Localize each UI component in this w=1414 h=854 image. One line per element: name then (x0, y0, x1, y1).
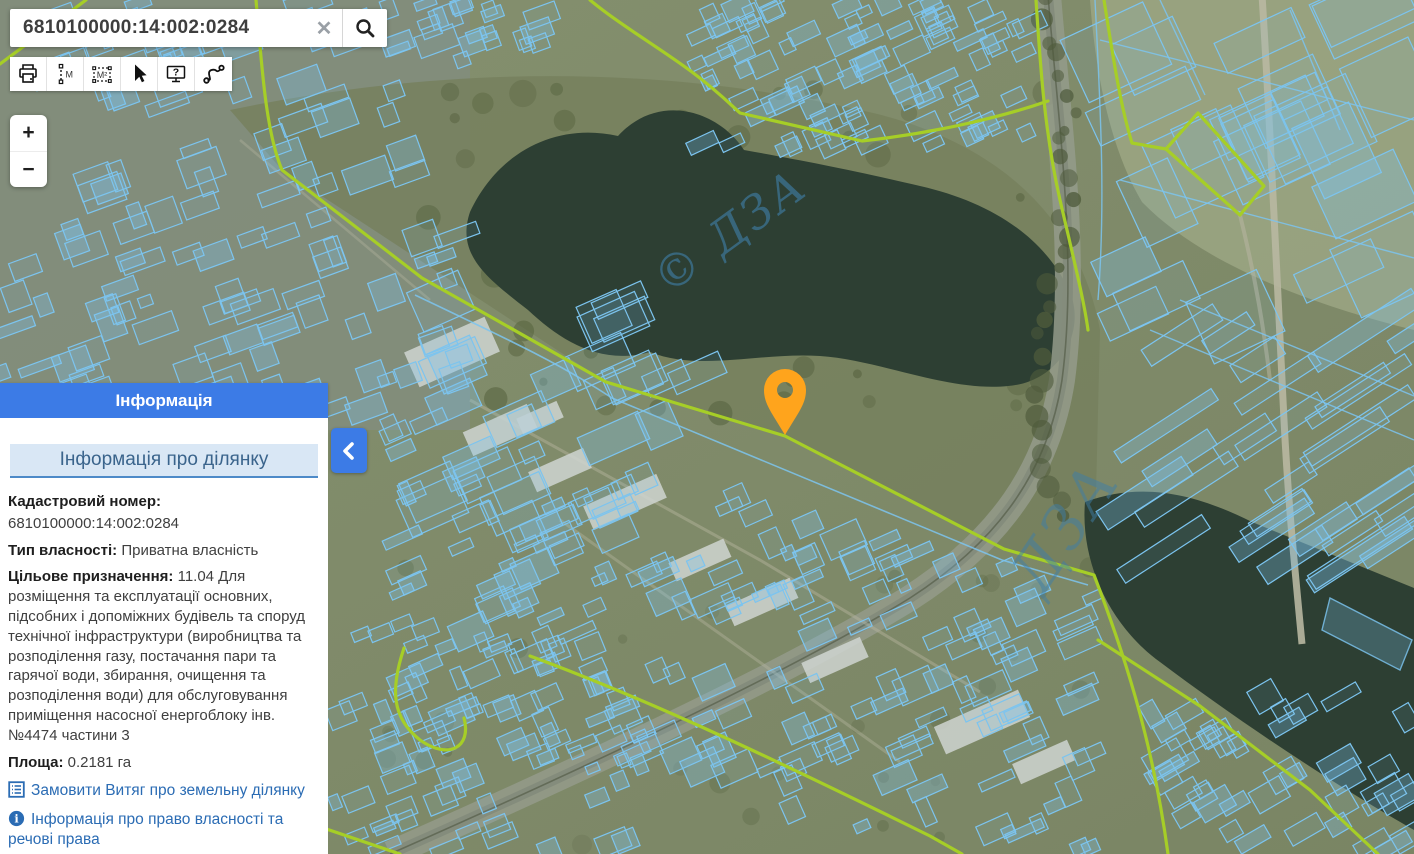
field-value: Приватна власність (117, 542, 258, 559)
parcel-field: Цільове призначення: 11.04 Для розміщенн… (8, 567, 320, 745)
select-cursor-button[interactable] (121, 57, 158, 91)
cadastral-map-app: © ДЗА ДЗА ✕ M (0, 0, 1414, 854)
zoom-in-button[interactable]: + (10, 115, 47, 151)
svg-text:M²: M² (97, 70, 108, 80)
search-icon (354, 17, 376, 39)
parcel-field: Тип власності: Приватна власність (8, 541, 320, 561)
chevron-left-icon (339, 439, 359, 463)
field-label: Площа: (8, 754, 63, 771)
search-bar: ✕ (10, 9, 387, 47)
help-button[interactable]: ? (158, 57, 195, 91)
zoom-control: + − (10, 115, 47, 187)
clear-search-button[interactable]: ✕ (306, 9, 342, 47)
map-toolbar: M M² ? (10, 57, 232, 91)
field-value: 6810100000:14:002:0284 (8, 515, 179, 532)
print-button[interactable] (10, 57, 47, 91)
measure-distance-button[interactable]: M (47, 57, 84, 91)
measure-area-button[interactable]: M² (84, 57, 121, 91)
svg-text:M: M (66, 70, 74, 80)
field-label: Тип власності: (8, 542, 117, 559)
field-label: Кадастровий номер: (8, 492, 320, 512)
parcel-link[interactable]: Замовити Витяг про земельну ділянку (8, 781, 320, 801)
parcel-fields: Кадастровий номер: 6810100000:14:002:0284… (8, 492, 320, 772)
info-icon: i (8, 810, 25, 827)
document-list-icon (8, 781, 25, 798)
parcel-field: Площа: 0.2181 га (8, 753, 320, 773)
measure-distance-icon: M (53, 62, 77, 86)
search-input[interactable] (10, 9, 306, 47)
measure-area-icon: M² (90, 62, 114, 86)
field-value: 11.04 Для розміщення та експлуатації осн… (8, 568, 305, 743)
print-icon (16, 62, 40, 86)
zoom-out-button[interactable]: − (10, 151, 47, 187)
panel-title: Інформація (0, 383, 328, 418)
parcel-link[interactable]: iІнформація про право власності та речов… (8, 810, 320, 850)
parcel-links: Замовити Витяг про земельну ділянку iІнфо… (8, 781, 320, 854)
help-screen-icon: ? (164, 62, 188, 86)
field-label: Цільове призначення: (8, 568, 173, 585)
link-text: Замовити Витяг про земельну ділянку (31, 782, 305, 799)
info-panel: Інформація про ділянку Кадастровий номер… (0, 418, 328, 854)
link-text: Інформація про право власності та речові… (8, 811, 283, 848)
svg-text:?: ? (173, 67, 179, 79)
parcel-field: Кадастровий номер: 6810100000:14:002:0284 (8, 492, 320, 534)
tab-parcel-info[interactable]: Інформація про ділянку (10, 444, 318, 478)
panel-collapse-button[interactable] (331, 428, 367, 473)
search-button[interactable] (343, 9, 387, 47)
route-icon (202, 62, 226, 86)
field-value: 0.2181 га (63, 754, 131, 771)
svg-text:i: i (14, 812, 19, 826)
route-button[interactable] (195, 57, 232, 91)
cursor-icon (127, 62, 151, 86)
